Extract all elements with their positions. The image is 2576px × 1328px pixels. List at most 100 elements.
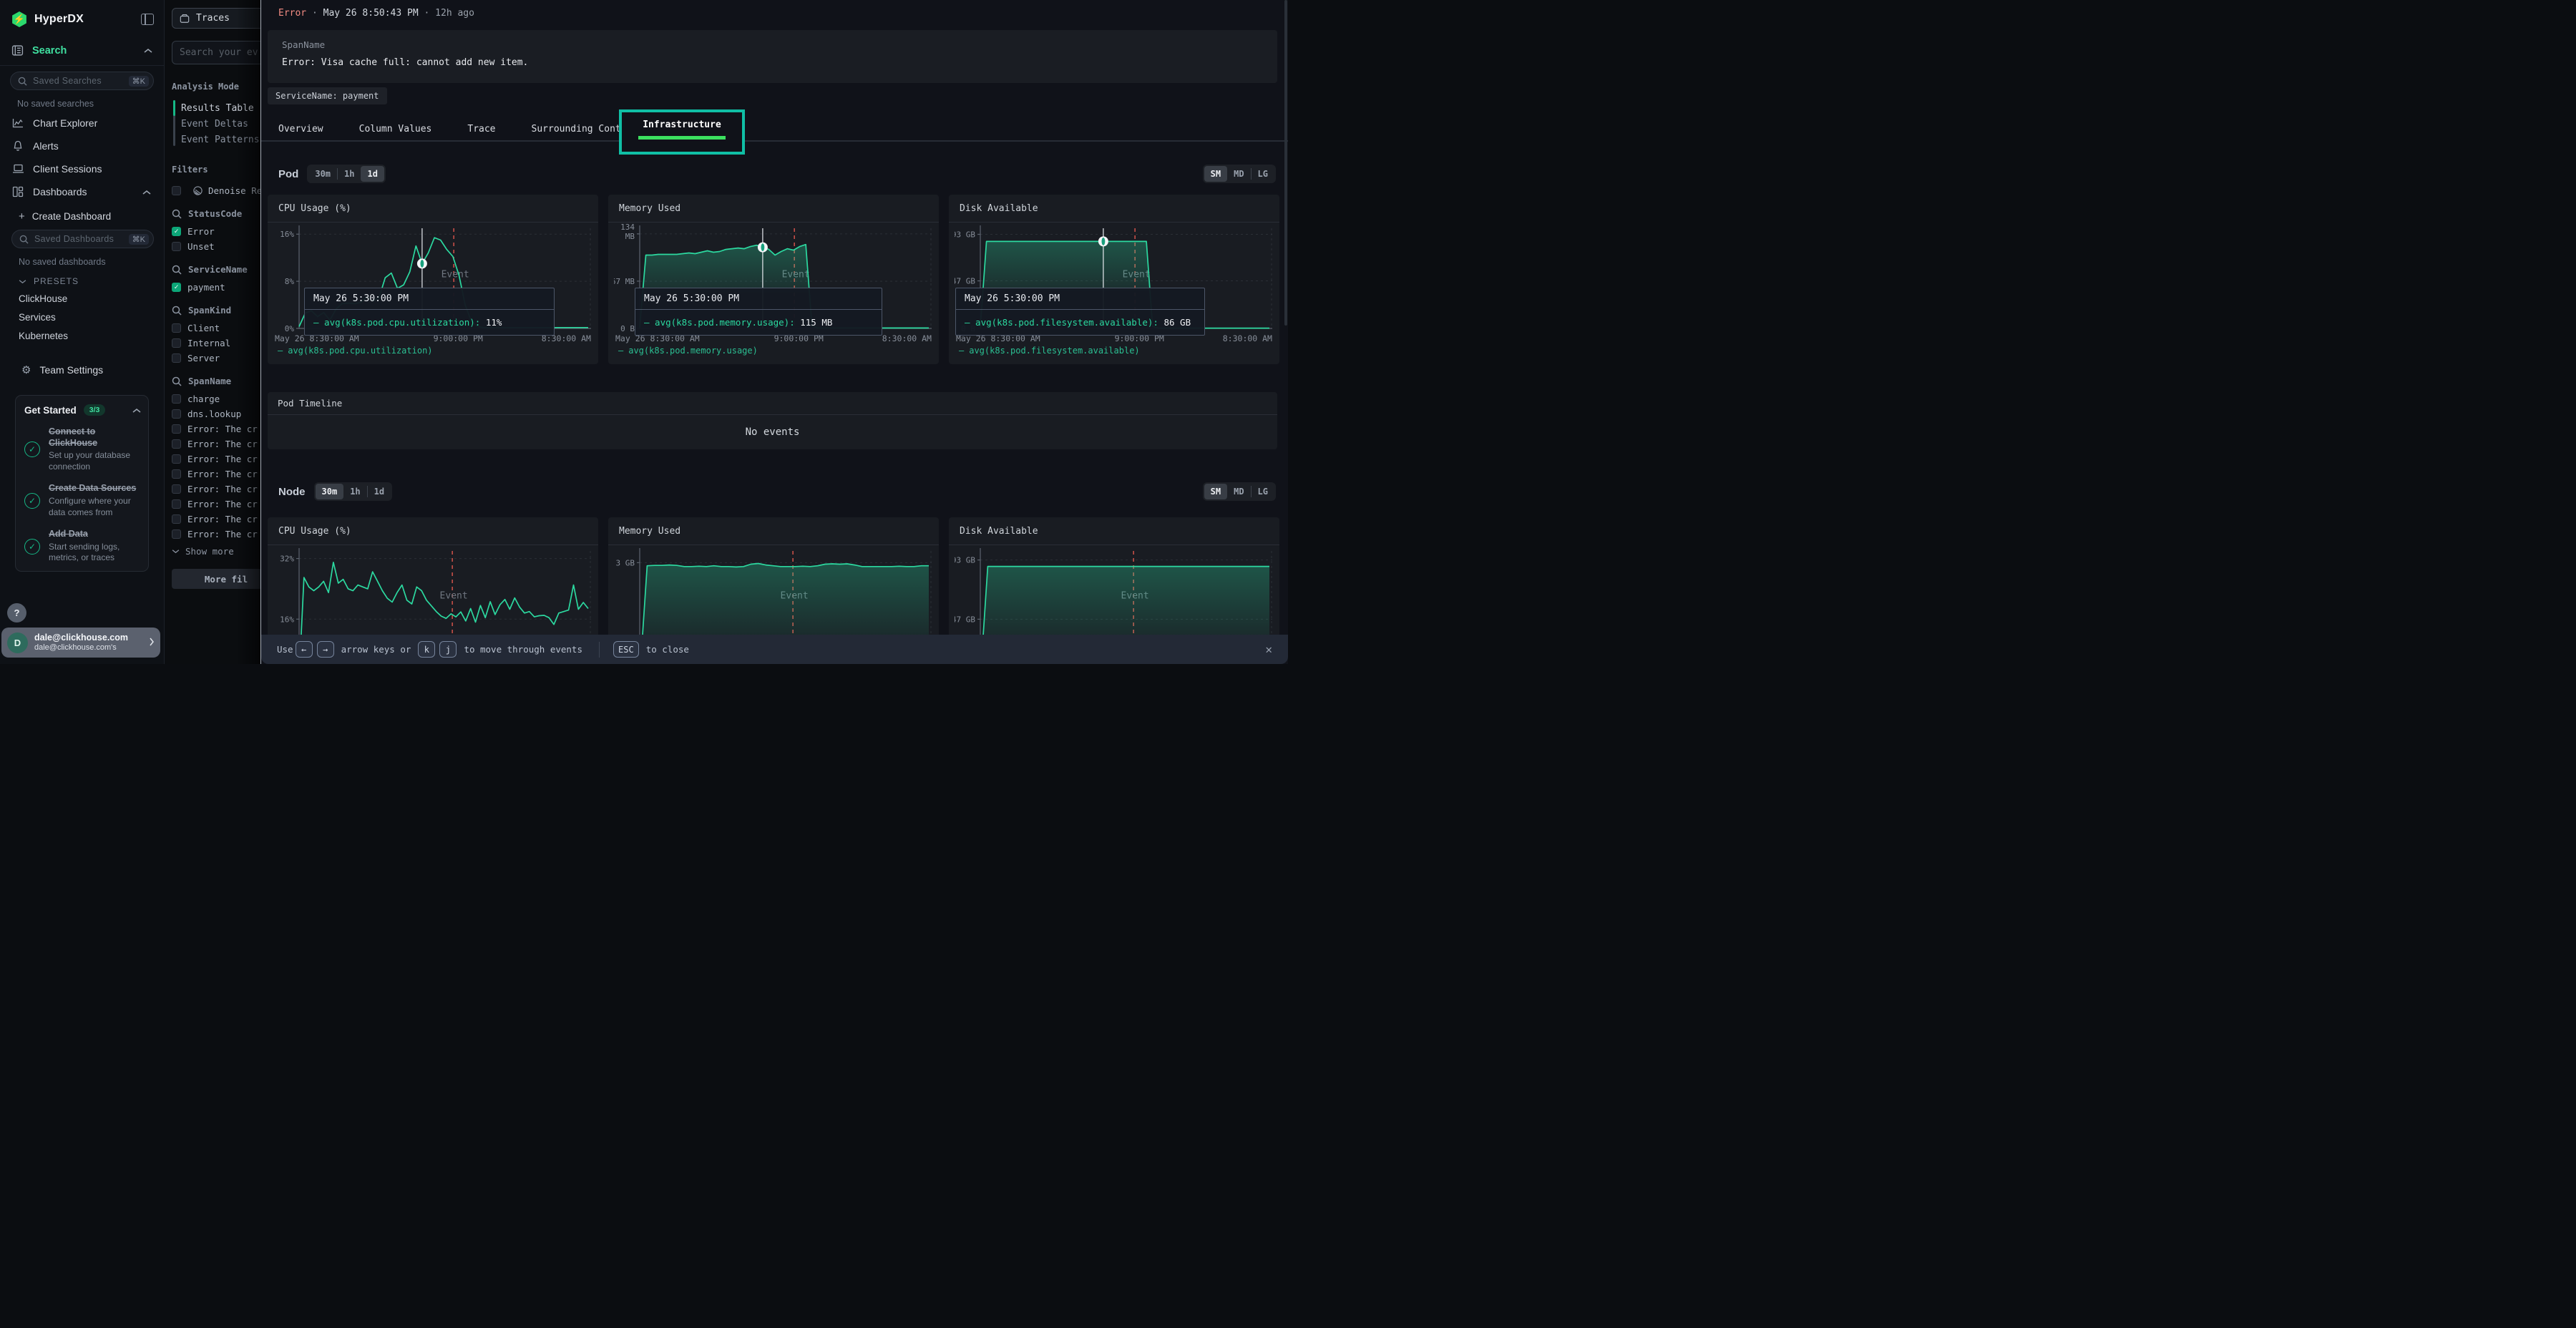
saved-searches-input[interactable]: Saved Searches ⌘K (10, 72, 154, 90)
pod-range-1h[interactable]: 1h (338, 166, 361, 182)
status-badge: Error (278, 8, 306, 19)
show-more-button[interactable]: Show more (172, 546, 260, 557)
filter-option-error-the-cr[interactable]: Error: The cr (172, 436, 260, 451)
node-size-selector: SMMDLG (1203, 482, 1276, 501)
sidebar-item-dashboards[interactable]: Dashboards (10, 180, 154, 203)
arrow-left-key: ← (296, 641, 313, 658)
analysis-mode-event-patterns[interactable]: Event Patterns (181, 132, 260, 147)
node-size-md[interactable]: MD (1227, 484, 1250, 499)
presets-toggle[interactable]: PRESETS (11, 270, 154, 289)
user-menu[interactable]: D dale@clickhouse.com dale@clickhouse.co… (1, 628, 160, 658)
filter-option-error-the-cr[interactable]: Error: The cr (172, 527, 260, 542)
node-range-1h[interactable]: 1h (343, 484, 366, 499)
chevron-up-icon[interactable] (144, 45, 152, 56)
chart-title: Disk Available (949, 195, 1279, 223)
pod-size-lg[interactable]: LG (1252, 166, 1274, 182)
pod-size-md[interactable]: MD (1227, 166, 1250, 182)
checkbox-icon (172, 338, 181, 348)
filter-option-charge[interactable]: charge (172, 391, 260, 406)
pod-range-1d[interactable]: 1d (361, 166, 384, 182)
svg-text:93 GB: 93 GB (955, 230, 975, 239)
scrollbar[interactable] (1284, 0, 1287, 326)
get-started-item-desc: Set up your database connection (49, 450, 141, 472)
j-key: j (439, 641, 457, 658)
filter-option-payment[interactable]: ✓payment (172, 280, 260, 295)
chart-plot-area[interactable]: 134MB67 MB0 BEventMay 26 8:30:00 AM9:00:… (608, 223, 939, 356)
preset-kubernetes[interactable]: Kubernetes (11, 326, 154, 345)
node-size-lg[interactable]: LG (1252, 484, 1274, 499)
span-name-value: Error: Visa cache full: cannot add new i… (282, 57, 1263, 68)
pod-size-sm[interactable]: SM (1204, 166, 1227, 182)
sidebar-item-team-settings[interactable]: ⚙ Team Settings (10, 345, 154, 379)
filter-option-error-the-cr[interactable]: Error: The cr (172, 482, 260, 497)
node-range-1d[interactable]: 1d (368, 484, 391, 499)
get-started-item-title: Add Data (49, 529, 141, 540)
chart-plot-area[interactable]: 93 GB47 GB0 BEventMay 26 8:30:00 AM9:00:… (949, 223, 1279, 356)
event-age: 12h ago (435, 8, 474, 19)
svg-text:0%: 0% (285, 324, 295, 333)
service-name-chip[interactable]: ServiceName: payment (268, 87, 387, 104)
more-filters-button[interactable]: More fil (172, 569, 260, 589)
analysis-mode-label: Analysis Mode (172, 82, 260, 92)
sidebar-item-client-sessions[interactable]: Client Sessions (10, 157, 154, 180)
denoise-results-checkbox[interactable]: Denoise Re (172, 183, 260, 198)
filter-option-error-the-cr[interactable]: Error: The cr (172, 497, 260, 512)
filter-option-unset[interactable]: Unset (172, 239, 260, 254)
chart-plot-area[interactable]: 16%8%0%EventMay 26 8:30:00 AM9:00:00 PM8… (268, 223, 598, 356)
shortcut-badge: ⌘K (129, 234, 149, 245)
app-title: HyperDX (34, 13, 84, 26)
filter-option-error-the-cr[interactable]: Error: The cr (172, 421, 260, 436)
get-started-item[interactable]: ✓Add DataStart sending logs, metrics, or… (24, 529, 141, 564)
checkbox-icon (172, 439, 181, 449)
create-dashboard-button[interactable]: + Create Dashboard (11, 203, 154, 230)
checkbox-icon (172, 499, 181, 509)
filter-option-server[interactable]: Server (172, 351, 260, 366)
get-started-item[interactable]: ✓Create Data SourcesConfigure where your… (24, 483, 141, 518)
tab-overview[interactable]: Overview (278, 124, 323, 135)
filter-option-label: dns.lookup (187, 409, 241, 419)
tab-infrastructure[interactable]: Infrastructure (643, 119, 721, 130)
filter-group-label: SpanName (188, 376, 231, 386)
chart-tooltip: May 26 5:30:00 PM— avg(k8s.pod.cpu.utili… (304, 288, 555, 336)
tab-trace[interactable]: Trace (467, 124, 495, 135)
sidebar-collapse-icon[interactable] (141, 14, 154, 25)
filter-option-label: charge (187, 394, 220, 404)
sidebar-nav: Chart Explorer AlertsClient Sessions (10, 112, 154, 180)
tab-column-values[interactable]: Column Values (359, 124, 432, 135)
chart-title: CPU Usage (%) (268, 195, 598, 223)
preset-clickhouse[interactable]: ClickHouse (11, 289, 154, 308)
chart-card-pod-disk: Disk Available93 GB47 GB0 BEventMay 26 8… (949, 195, 1279, 364)
sidebar: ⚡ HyperDX Search Saved Searches ⌘K No sa… (0, 0, 165, 664)
filter-option-error-the-cr[interactable]: Error: The cr (172, 467, 260, 482)
close-icon[interactable]: ✕ (1265, 643, 1272, 656)
get-started-item[interactable]: ✓Connect to ClickHouseSet up your databa… (24, 426, 141, 472)
checkbox-icon (172, 323, 181, 333)
analysis-mode-results-table[interactable]: Results Table (181, 100, 260, 116)
filter-option-error-the-cr[interactable]: Error: The cr (172, 512, 260, 527)
chevron-up-icon[interactable] (142, 186, 151, 197)
source-select[interactable]: Traces (172, 8, 260, 29)
tab-infrastructure-annotation[interactable]: Infrastructure (619, 109, 745, 155)
chevron-up-icon[interactable] (132, 405, 141, 416)
sidebar-item-alerts[interactable]: Alerts (10, 135, 154, 157)
node-range-30m[interactable]: 30m (316, 484, 344, 499)
saved-dashboards-input[interactable]: Saved Dashboards ⌘K (11, 230, 154, 248)
filter-option-dns-lookup[interactable]: dns.lookup (172, 406, 260, 421)
filter-option-error[interactable]: ✓Error (172, 224, 260, 239)
analysis-mode-event-deltas[interactable]: Event Deltas (181, 116, 260, 132)
sidebar-item-label: Chart Explorer (33, 117, 97, 129)
filter-option-client[interactable]: Client (172, 321, 260, 336)
filter-option-error-the-cr[interactable]: Error: The cr (172, 451, 260, 467)
sidebar-item-search[interactable]: Search (0, 34, 164, 66)
filter-option-internal[interactable]: Internal (172, 336, 260, 351)
node-size-sm[interactable]: SM (1204, 484, 1227, 499)
get-started-item-desc: Configure where your data comes from (49, 496, 141, 518)
preset-services[interactable]: Services (11, 308, 154, 326)
pod-range-30m[interactable]: 30m (308, 166, 337, 182)
event-search-input[interactable] (172, 41, 260, 64)
checkbox-icon (172, 186, 181, 195)
sidebar-item-chart-explorer[interactable]: Chart Explorer (10, 112, 154, 135)
tooltip-series-value: — avg(k8s.pod.filesystem.available): 86 … (956, 310, 1204, 335)
help-button[interactable]: ? (7, 603, 26, 622)
team-settings-label: Team Settings (39, 364, 103, 376)
